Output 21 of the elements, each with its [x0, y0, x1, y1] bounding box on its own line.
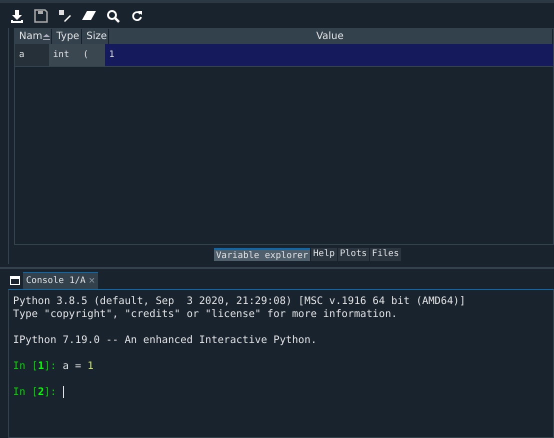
sort-icon	[43, 34, 50, 40]
window-icon	[10, 276, 20, 285]
console-line: Type "copyright", "credits" or "license" for more information.	[13, 308, 398, 321]
pane-tab[interactable]: Variable explorer	[214, 248, 310, 261]
console-tab-label[interactable]: Console 1/A	[26, 276, 86, 286]
table-cell: int	[49, 44, 79, 66]
console-line: In [1]: a = 1	[13, 360, 95, 373]
search-icon	[106, 8, 120, 22]
refresh-icon	[131, 10, 143, 22]
console-line: IPython 7.19.0 -- An enhanced Interactive Python.	[13, 334, 318, 347]
console-line: Python 3.8.5 (default, Sep 3 2020, 21:29:08) [MSC v.1916 64 bit (AMD64)]	[13, 295, 467, 308]
table-cell: a	[15, 44, 49, 66]
eraser-icon	[81, 8, 97, 22]
pane-tab[interactable]: Files	[370, 248, 401, 261]
table-cell: (	[79, 44, 105, 66]
console-line: In [2]:	[13, 386, 549, 399]
pane-tab[interactable]: Help	[311, 248, 337, 261]
pane-tab[interactable]: Plots	[338, 248, 369, 261]
edit-icon	[58, 8, 72, 22]
table-cell: 1	[105, 44, 553, 66]
download-icon	[10, 8, 24, 22]
